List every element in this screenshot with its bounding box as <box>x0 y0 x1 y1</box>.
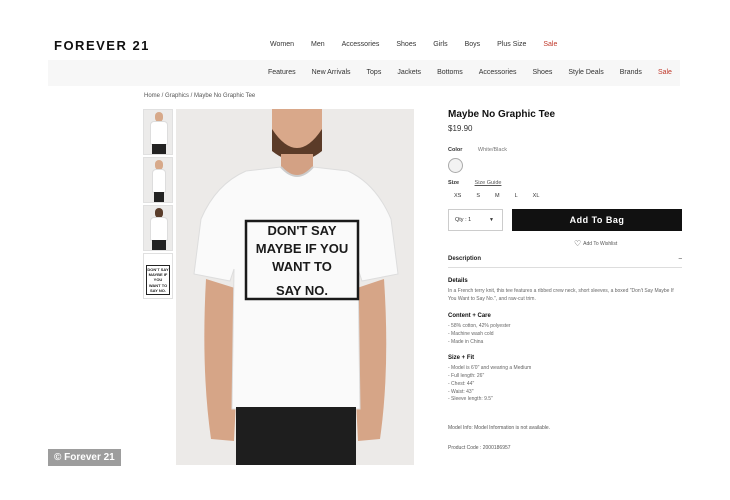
thumb-graphic-line: SAY NO. <box>149 287 166 293</box>
thumb-graphic-line: WANT TO <box>148 282 168 288</box>
nav-plus-size[interactable]: Plus Size <box>497 41 526 48</box>
subnav-tops[interactable]: Tops <box>367 69 382 76</box>
fit-line: - Model is 6'0" and wearing a Medium <box>448 365 532 372</box>
care-line: - Machine wash cold <box>448 331 494 338</box>
breadcrumb[interactable]: Home / Graphics / Maybe No Graphic Tee <box>144 93 255 99</box>
size-option-xs[interactable]: XS <box>454 193 461 199</box>
care-line: - Made in China <box>448 338 484 345</box>
subnav-style-deals[interactable]: Style Deals <box>568 69 603 76</box>
subnav-jackets[interactable]: Jackets <box>397 69 421 76</box>
thumbnail-gallery: DON'T SAY MAYBE IF YOU WANT TO SAY NO. <box>143 109 173 301</box>
add-to-bag-button[interactable]: Add To Bag <box>512 209 682 231</box>
main-product-image[interactable]: DON'T SAY MAYBE IF YOU WANT TO SAY NO. <box>176 109 414 465</box>
subnav-brands[interactable]: Brands <box>620 69 642 76</box>
size-fit-heading: Size + Fit <box>448 355 475 361</box>
content-care-section: Content + Care - 58% cotton, 42% polyest… <box>448 312 682 347</box>
purchase-row: Qty : 1 ▼ Add To Bag <box>448 209 682 231</box>
subnav-features[interactable]: Features <box>268 69 296 76</box>
fit-line: - Full length: 26" <box>448 373 485 380</box>
tee-graphic-line: WANT TO <box>272 259 332 274</box>
product-code: Product Code : 2000186957 <box>448 445 511 451</box>
product-details-panel: Maybe No Graphic Tee $19.90 Color White/… <box>448 109 682 451</box>
thumbnail-back[interactable] <box>143 205 173 251</box>
description-toggle[interactable]: Description – <box>448 256 682 268</box>
details-text: In a French terry knit, this tee feature… <box>448 288 674 303</box>
nav-accessories[interactable]: Accessories <box>342 41 380 48</box>
size-options: XS S M L XL <box>448 193 682 199</box>
size-option-s[interactable]: S <box>476 193 480 199</box>
heart-icon: ♡ <box>574 239 582 248</box>
subnav-sale[interactable]: Sale <box>658 69 672 76</box>
size-fit-section: Size + Fit - Model is 6'0" and wearing a… <box>448 354 682 404</box>
fit-line: - Waist: 43" <box>448 388 474 395</box>
tee-graphic-line: MAYBE IF YOU <box>256 241 348 256</box>
chevron-down-icon: ▼ <box>489 217 494 223</box>
subnav-accessories[interactable]: Accessories <box>479 69 517 76</box>
wishlist-label: Add To Wishlist <box>583 240 618 247</box>
subnav-bottoms[interactable]: Bottoms <box>437 69 463 76</box>
fit-line: - Chest: 44" <box>448 380 475 387</box>
size-option-m[interactable]: M <box>495 193 500 199</box>
size-option-l[interactable]: L <box>515 193 518 199</box>
color-swatch-white[interactable] <box>448 158 463 173</box>
collapse-icon: – <box>678 256 682 262</box>
thumb-graphic-line: MAYBE IF YOU <box>148 272 168 283</box>
nav-shoes[interactable]: Shoes <box>396 41 416 48</box>
details-heading: Details <box>448 278 468 284</box>
color-label: Color <box>448 147 463 153</box>
nav-sale[interactable]: Sale <box>543 41 557 48</box>
care-line: - 58% cotton, 42% polyester <box>448 323 511 330</box>
thumbnail-side[interactable] <box>143 157 173 203</box>
copyright-watermark: © Forever 21 <box>48 449 121 466</box>
quantity-select[interactable]: Qty : 1 ▼ <box>448 209 503 231</box>
details-section: Details In a French terry knit, this tee… <box>448 277 682 304</box>
nav-girls[interactable]: Girls <box>433 41 447 48</box>
fit-line: - Sleeve length: 9.5" <box>448 396 493 403</box>
tee-graphic-line: SAY NO. <box>276 283 328 298</box>
main-nav: Women Men Accessories Shoes Girls Boys P… <box>270 41 574 48</box>
nav-boys[interactable]: Boys <box>465 41 481 48</box>
thumbnail-graphic-detail[interactable]: DON'T SAY MAYBE IF YOU WANT TO SAY NO. <box>143 253 173 299</box>
thumbnail-front[interactable] <box>143 109 173 155</box>
sub-nav: Features New Arrivals Tops Jackets Botto… <box>48 60 680 86</box>
nav-men[interactable]: Men <box>311 41 325 48</box>
nav-women[interactable]: Women <box>270 41 294 48</box>
color-value: White/Black <box>477 147 507 153</box>
size-option-xl[interactable]: XL <box>533 193 540 199</box>
product-price: $19.90 <box>448 124 473 133</box>
tee-graphic-line: DON'T SAY <box>267 223 336 238</box>
size-row: Size Size Guide <box>448 180 682 186</box>
description-label: Description <box>448 256 482 262</box>
size-label: Size <box>448 180 460 186</box>
quantity-value: Qty : 1 <box>455 217 472 223</box>
subnav-new-arrivals[interactable]: New Arrivals <box>312 69 351 76</box>
add-to-wishlist-link[interactable]: ♡ Add To Wishlist <box>574 239 617 248</box>
brand-logo[interactable]: FOREVER 21 <box>54 38 150 53</box>
color-row: Color White/Black <box>448 147 682 153</box>
subnav-shoes[interactable]: Shoes <box>532 69 552 76</box>
model-info: Model Info: Model Information is not ava… <box>448 425 550 431</box>
product-title: Maybe No Graphic Tee <box>448 109 556 120</box>
size-guide-link[interactable]: Size Guide <box>475 180 502 186</box>
content-care-heading: Content + Care <box>448 313 491 319</box>
